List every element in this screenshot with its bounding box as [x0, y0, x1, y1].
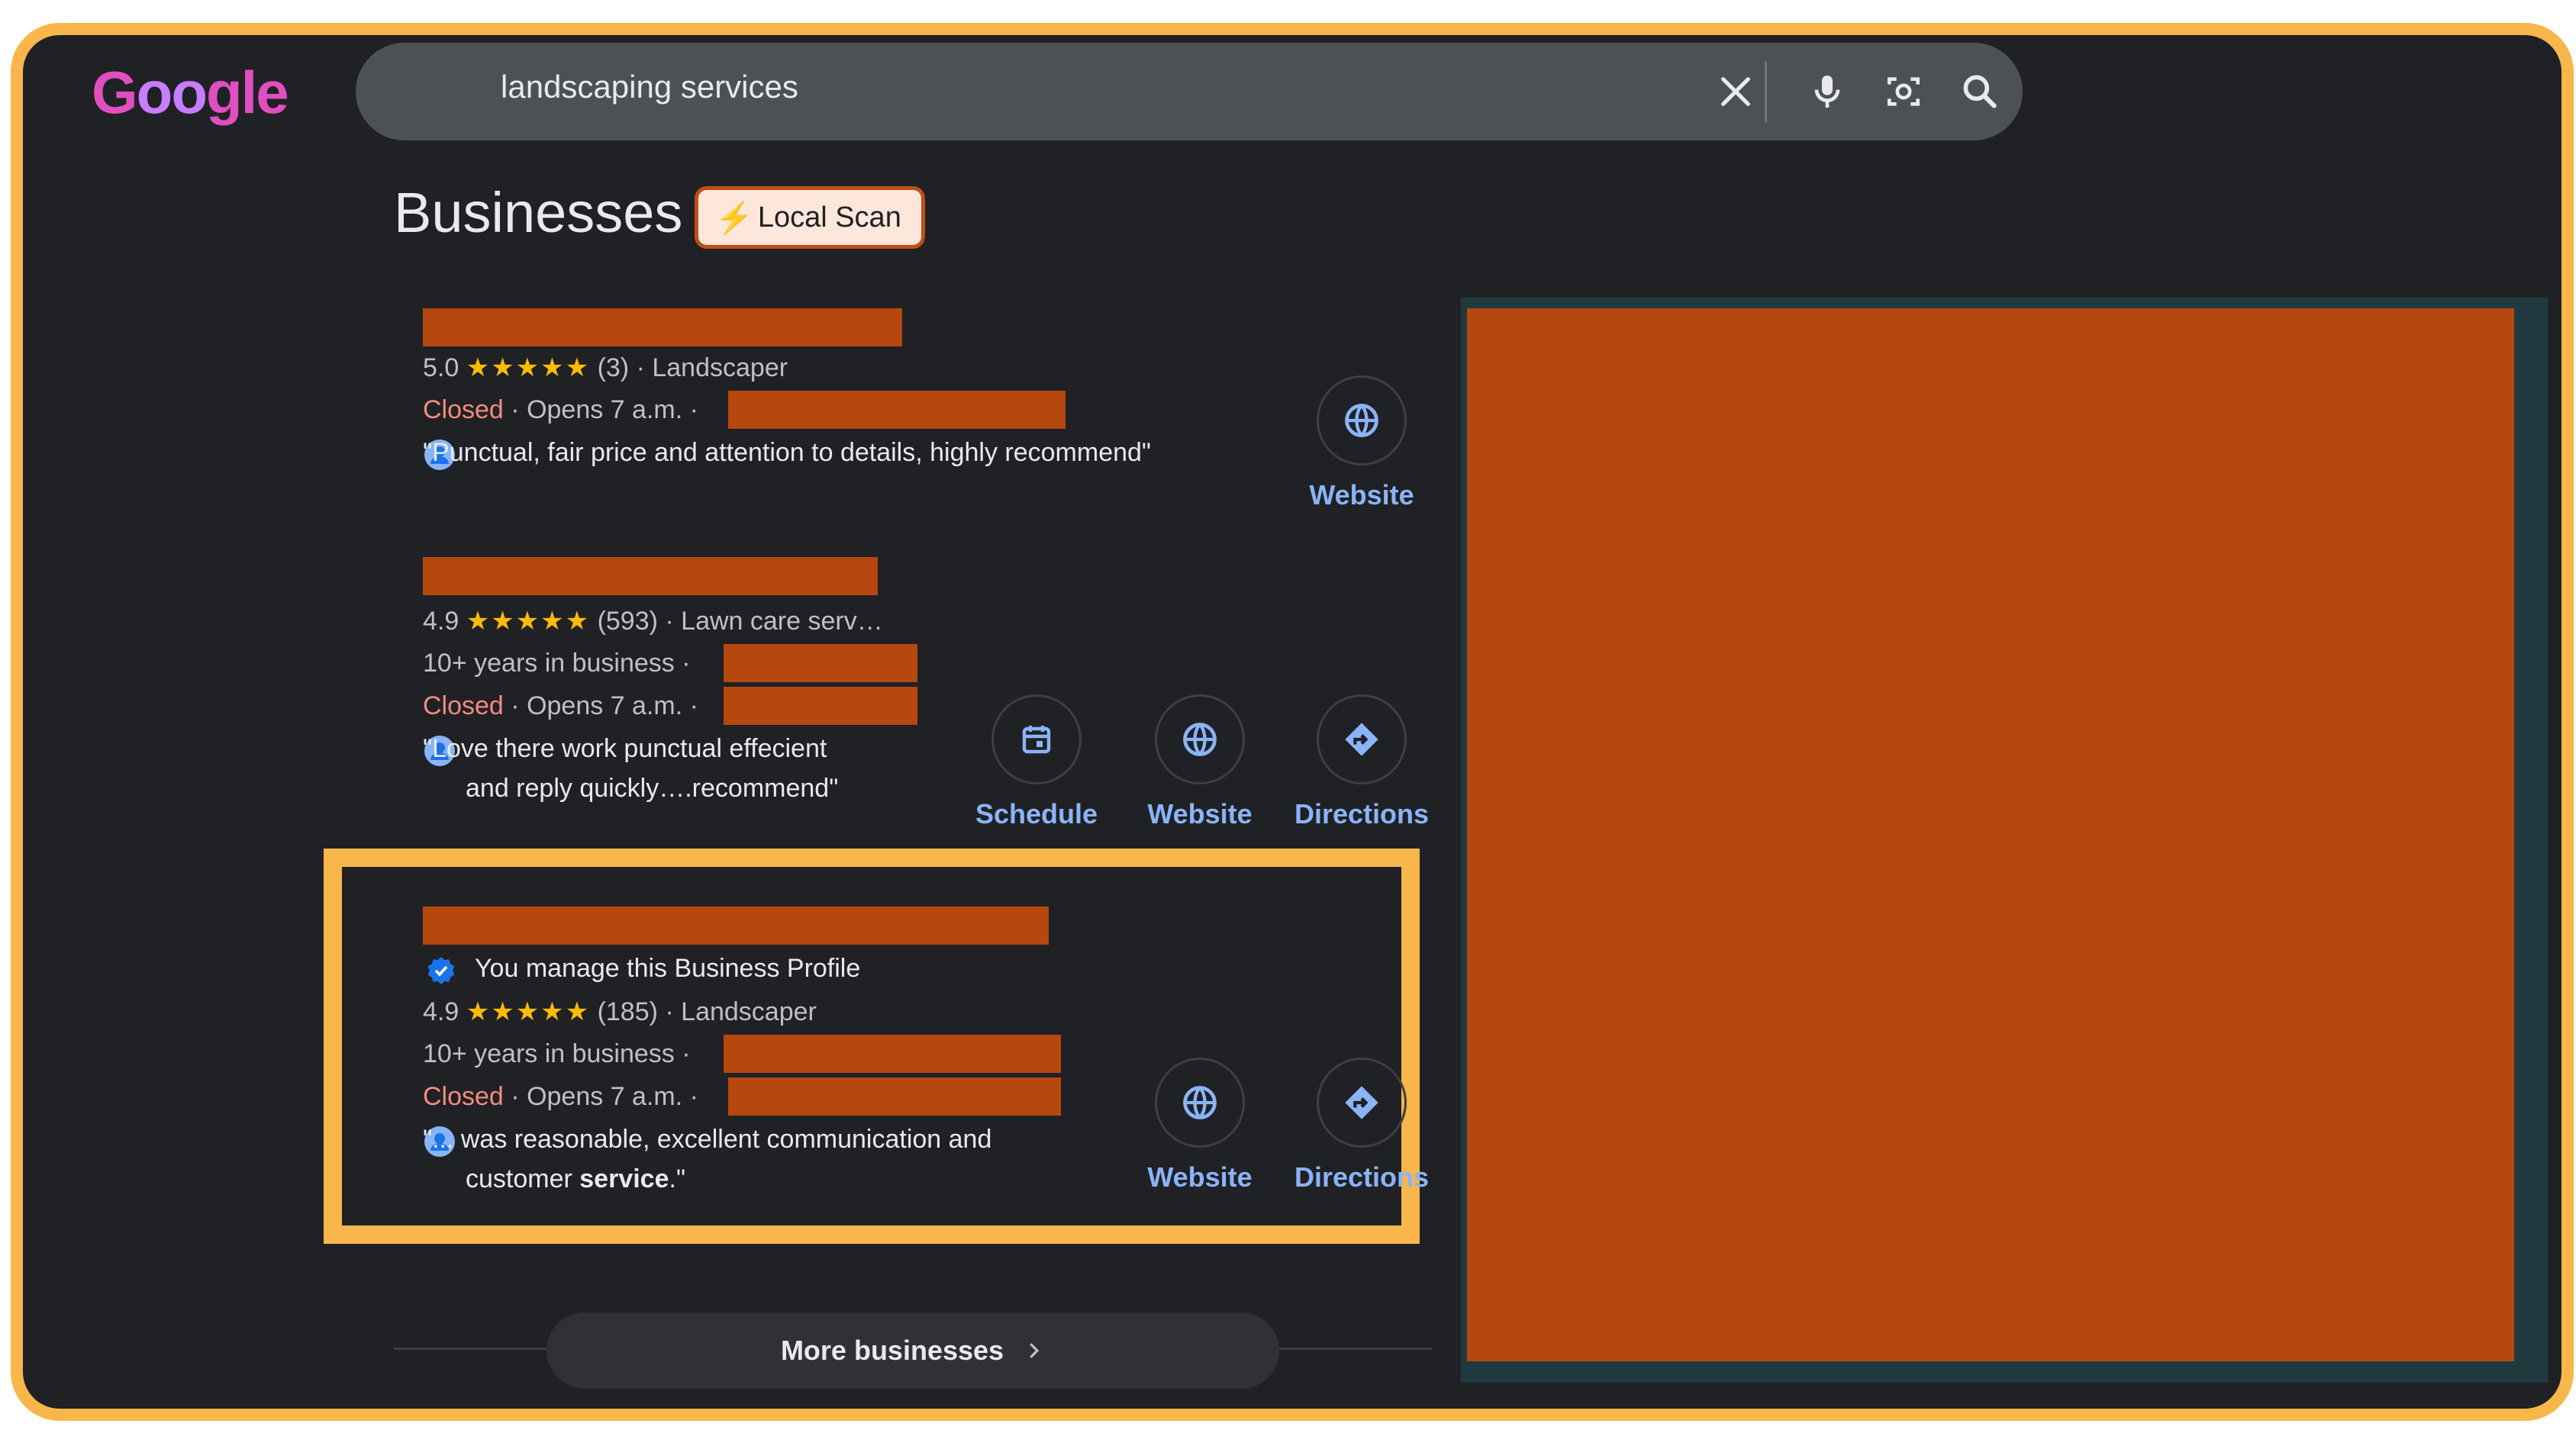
more-businesses-button[interactable]: More businesses [546, 1312, 1279, 1389]
website-button[interactable]: Website [1285, 375, 1438, 511]
years-row: 10+ years in business · [423, 649, 691, 678]
website-label: Website [1147, 1161, 1253, 1193]
review-snippet-line-2: customer service." [466, 1164, 686, 1193]
rating-value: 4.9 [423, 997, 459, 1026]
directions-icon [1317, 1058, 1407, 1148]
star-rating-icon: ★★★★★ [466, 353, 591, 382]
globe-icon [1317, 375, 1407, 465]
rating-row: 4.9 ★★★★★ (185) · Landscaper [423, 997, 817, 1027]
more-businesses-label: More businesses [780, 1335, 1004, 1366]
website-button[interactable]: Website [1124, 694, 1276, 830]
status-closed: Closed [423, 395, 504, 424]
redacted-map [1467, 308, 2514, 1361]
redacted-business-name [423, 308, 902, 346]
opening-hours: · Opens 7 a.m. · [511, 395, 698, 424]
years-in-business: 10+ years in business · [423, 1039, 691, 1068]
star-rating-icon: ★★★★★ [466, 997, 591, 1026]
search-input[interactable]: landscaping services [501, 69, 798, 105]
review-snippet-line-1: "... was reasonable, excellent communica… [423, 1125, 992, 1154]
rating-value: 5.0 [423, 353, 459, 382]
manage-profile-note: You manage this Business Profile [475, 954, 861, 983]
opening-hours: · Opens 7 a.m. · [511, 1082, 698, 1111]
review-count[interactable]: (3) [598, 353, 630, 382]
calendar-icon [991, 694, 1082, 784]
star-rating-icon: ★★★★★ [466, 607, 591, 636]
lightning-icon: ⚡ [715, 201, 753, 235]
redacted-address [728, 391, 1066, 429]
globe-icon [1155, 1058, 1245, 1148]
search-icon[interactable] [1959, 70, 2001, 113]
redacted-address [728, 1077, 1061, 1116]
years-in-business: 10+ years in business · [423, 649, 691, 678]
review-count[interactable]: (593) [598, 607, 658, 636]
rating-row: 4.9 ★★★★★ (593) · Lawn care serv… [423, 606, 883, 636]
schedule-label: Schedule [975, 798, 1098, 829]
hours-row: Closed · Opens 7 a.m. · [423, 1082, 698, 1112]
local-scan-label: Local Scan [757, 201, 901, 234]
redacted-business-name [423, 907, 1049, 945]
hours-row: Closed · Opens 7 a.m. · [423, 395, 698, 425]
microphone-icon[interactable] [1806, 70, 1849, 113]
rating-value: 4.9 [423, 607, 459, 636]
search-bar[interactable]: landscaping services [356, 43, 2023, 140]
globe-icon [1155, 694, 1245, 784]
business-category: · Landscaper [665, 997, 817, 1026]
redacted-business-name [423, 557, 878, 595]
redacted-address [724, 687, 917, 725]
directions-button[interactable]: Directions [1285, 1058, 1438, 1193]
chevron-right-icon [1030, 1343, 1040, 1358]
website-label: Website [1147, 798, 1253, 829]
hours-row: Closed · Opens 7 a.m. · [423, 691, 698, 721]
section-title: Businesses [394, 181, 683, 244]
business-category: · Landscaper [636, 353, 788, 382]
redacted-location [724, 644, 917, 682]
review-snippet-line-1: "Love there work punctual effecient [423, 734, 827, 763]
browser-frame: Google landscaping services Businesses ⚡… [11, 23, 2574, 1421]
review-snippet: "Punctual, fair price and attention to d… [423, 438, 1151, 467]
opening-hours: · Opens 7 a.m. · [511, 691, 698, 720]
map-panel[interactable] [1461, 298, 2548, 1383]
google-logo[interactable]: Google [92, 58, 289, 127]
website-label: Website [1309, 479, 1414, 510]
website-button[interactable]: Website [1124, 1058, 1276, 1193]
directions-button[interactable]: Directions [1285, 694, 1438, 830]
review-count[interactable]: (185) [598, 997, 658, 1026]
local-scan-badge[interactable]: ⚡ Local Scan [695, 186, 925, 249]
status-closed: Closed [423, 691, 504, 720]
directions-label: Directions [1294, 798, 1430, 829]
business-category: · Lawn care serv… [665, 607, 883, 636]
years-row: 10+ years in business · [423, 1039, 691, 1069]
lens-camera-icon[interactable] [1882, 70, 1925, 113]
search-divider [1765, 61, 1767, 122]
schedule-button[interactable]: Schedule [960, 694, 1113, 830]
directions-label: Directions [1294, 1161, 1430, 1193]
review-snippet-line-2: and reply quickly….recommend" [466, 774, 839, 803]
verified-badge-icon [427, 957, 455, 984]
status-closed: Closed [423, 1082, 504, 1111]
clear-icon[interactable] [1714, 70, 1757, 113]
directions-icon [1317, 694, 1407, 784]
redacted-location [724, 1035, 1061, 1073]
rating-row: 5.0 ★★★★★ (3) · Landscaper [423, 353, 788, 383]
